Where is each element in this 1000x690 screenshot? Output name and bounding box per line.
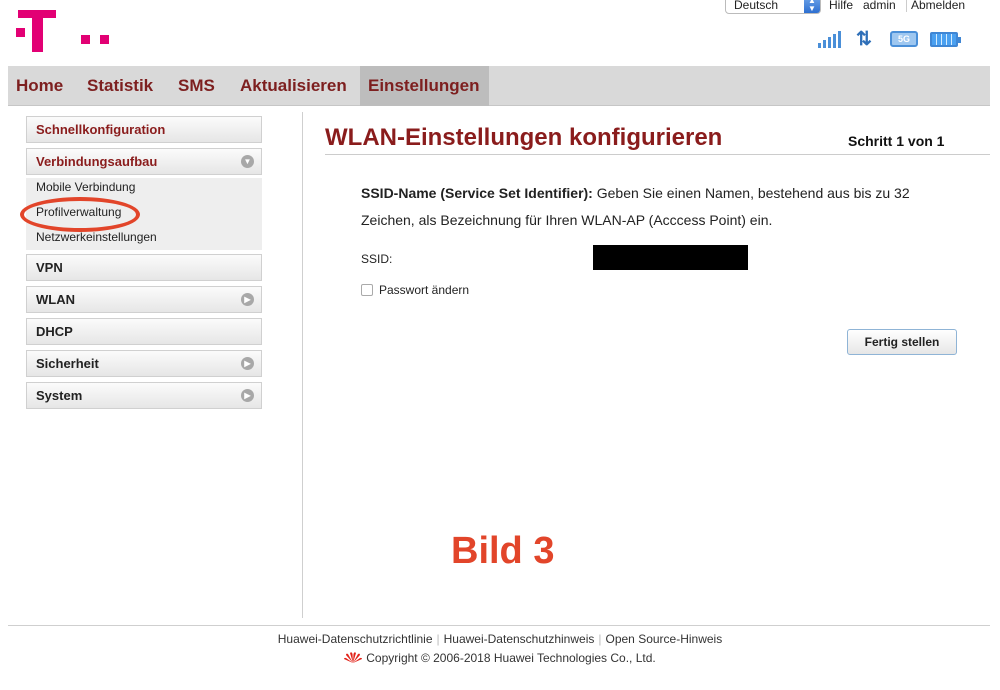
nav-home[interactable]: Home bbox=[8, 66, 71, 106]
select-arrows-icon: ▲ ▼ bbox=[804, 0, 820, 13]
vertical-divider bbox=[302, 112, 303, 618]
sidebar-item-wlan[interactable]: WLAN ▶ bbox=[26, 286, 262, 313]
sidebar-item-system[interactable]: System ▶ bbox=[26, 382, 262, 409]
main-nav: Home Statistik SMS Aktualisieren Einstel… bbox=[8, 66, 990, 106]
sidebar-item-label: Schnellkonfiguration bbox=[36, 122, 166, 137]
annotation-label: Bild 3 bbox=[451, 530, 555, 572]
footer-link-open-source[interactable]: Open Source-Hinweis bbox=[606, 632, 723, 646]
ssid-description: SSID-Name (Service Set Identifier): Gebe… bbox=[361, 180, 961, 234]
copyright: Copyright © 2006-2018 Huawei Technologie… bbox=[0, 651, 1000, 665]
sidebar-sub-network-settings[interactable]: Netzwerkeinstellungen bbox=[36, 230, 157, 244]
data-transfer-icon: ⇅ bbox=[856, 29, 872, 50]
ssid-label: SSID: bbox=[361, 252, 393, 266]
ssid-input[interactable] bbox=[593, 245, 748, 270]
step-indicator: Schritt 1 von 1 bbox=[848, 133, 945, 149]
sidebar-item-label: WLAN bbox=[36, 292, 75, 307]
sidebar-item-label: DHCP bbox=[36, 324, 73, 339]
sidebar-item-connection[interactable]: Verbindungsaufbau ▼ bbox=[26, 148, 262, 175]
ssid-description-heading: SSID-Name (Service Set Identifier): bbox=[361, 185, 593, 201]
chevron-down-icon: ▼ bbox=[241, 155, 254, 168]
change-password-checkbox[interactable] bbox=[361, 284, 373, 296]
nav-aktualisieren[interactable]: Aktualisieren bbox=[232, 66, 355, 106]
footer-link-privacy-notice[interactable]: Huawei-Datenschutzhinweis bbox=[444, 632, 595, 646]
sidebar-item-security[interactable]: Sicherheit ▶ bbox=[26, 350, 262, 377]
footer-link-privacy-policy[interactable]: Huawei-Datenschutzrichtlinie bbox=[278, 632, 433, 646]
chevron-right-icon: ▶ bbox=[241, 389, 254, 402]
change-password-label[interactable]: Passwort ändern bbox=[379, 283, 469, 297]
huawei-logo-icon bbox=[344, 652, 363, 663]
finish-button[interactable]: Fertig stellen bbox=[847, 329, 957, 355]
sidebar-sub-mobile-connection[interactable]: Mobile Verbindung bbox=[36, 180, 135, 194]
battery-icon bbox=[930, 32, 961, 47]
nav-statistik[interactable]: Statistik bbox=[79, 66, 161, 106]
sidebar-item-label: VPN bbox=[36, 260, 63, 275]
network-type-icon: 5G bbox=[890, 31, 918, 47]
sidebar-item-quick-setup[interactable]: Schnellkonfiguration bbox=[26, 116, 262, 143]
signal-strength-icon bbox=[818, 30, 844, 48]
user-link[interactable]: admin bbox=[863, 0, 896, 12]
chevron-right-icon: ▶ bbox=[241, 293, 254, 306]
language-value: Deutsch bbox=[734, 0, 779, 12]
nav-einstellungen[interactable]: Einstellungen bbox=[360, 66, 489, 106]
sidebar-item-label: System bbox=[36, 388, 83, 403]
nav-sms[interactable]: SMS bbox=[170, 66, 223, 106]
chevron-right-icon: ▶ bbox=[241, 357, 254, 370]
sidebar-item-vpn[interactable]: VPN bbox=[26, 254, 262, 281]
sidebar-item-label: Sicherheit bbox=[36, 356, 99, 371]
telekom-logo bbox=[16, 10, 110, 54]
highlight-circle bbox=[20, 197, 140, 232]
copyright-text: Copyright © 2006-2018 Huawei Technologie… bbox=[366, 651, 656, 665]
language-select[interactable]: Deutsch ▲ ▼ bbox=[725, 0, 821, 14]
page-title: WLAN-Einstellungen konfigurieren bbox=[325, 124, 723, 151]
title-divider bbox=[325, 154, 990, 155]
sidebar-item-dhcp[interactable]: DHCP bbox=[26, 318, 262, 345]
footer-divider bbox=[8, 625, 990, 626]
sidebar-item-label: Verbindungsaufbau bbox=[36, 154, 158, 169]
logout-link[interactable]: Abmelden bbox=[906, 0, 965, 12]
footer-links: Huawei-Datenschutzrichtlinie | Huawei-Date… bbox=[277, 632, 723, 646]
help-link[interactable]: Hilfe bbox=[829, 0, 853, 12]
